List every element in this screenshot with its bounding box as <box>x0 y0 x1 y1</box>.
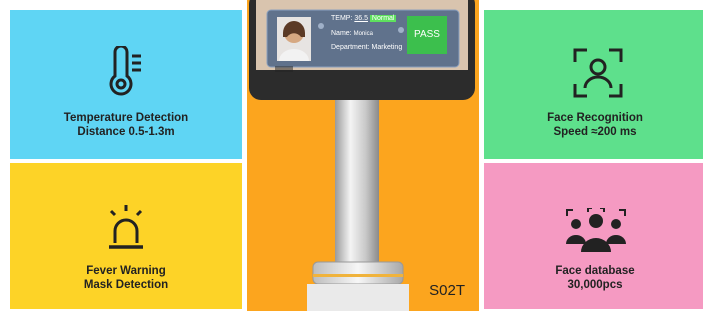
name-label: Name: <box>331 30 352 37</box>
face-recognition-tile: Face Recognition Speed ≈200 ms <box>484 10 703 159</box>
model-label: S02T <box>429 282 465 299</box>
fever-warning-tile: Fever Warning Mask Detection <box>10 163 242 309</box>
device-showcase: TEMP: 36.5 Normal Name: Monica Departmen… <box>247 0 479 311</box>
department-value: Marketing <box>371 44 403 51</box>
fever-warning-title: Fever Warning <box>86 265 166 277</box>
temperature-title: Temperature Detection <box>63 112 189 124</box>
temperature-detection-tile: Temperature Detection Distance 0.5-1.3m <box>10 10 242 159</box>
face-scan-icon <box>573 48 623 98</box>
department-label: Department: <box>331 44 370 51</box>
alarm-light-icon <box>109 205 143 249</box>
temp-status-badge: Normal <box>369 15 397 22</box>
face-recognition-title: Face Recognition <box>547 112 643 124</box>
mask-detection-label: Mask Detection <box>83 279 169 291</box>
temp-value: 36.5 <box>354 15 368 22</box>
group-scan-icon <box>566 208 626 252</box>
pass-badge: PASS <box>414 29 440 40</box>
temp-label: TEMP: <box>331 15 353 22</box>
face-database-tile: Face database 30,000pcs <box>484 163 703 309</box>
name-value: Monica <box>353 31 373 37</box>
face-database-capacity: 30,000pcs <box>567 279 623 291</box>
face-database-title: Face database <box>555 265 635 277</box>
temperature-distance: Distance 0.5-1.3m <box>77 126 175 138</box>
thermometer-icon <box>109 46 141 96</box>
face-recognition-speed: Speed ≈200 ms <box>553 126 637 138</box>
